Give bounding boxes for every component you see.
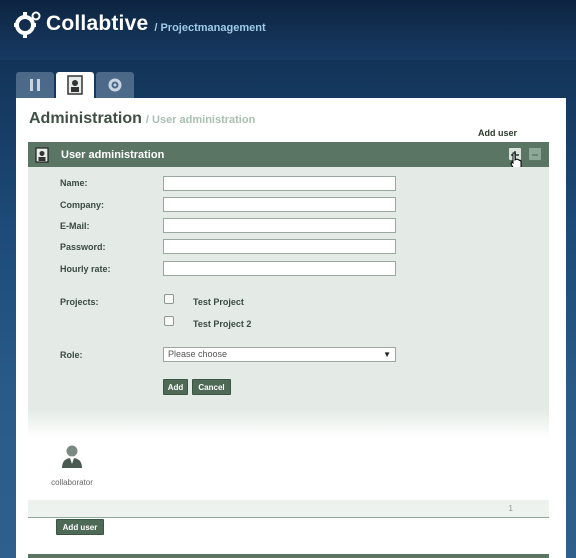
- email-label: E-Mail:: [60, 221, 90, 231]
- project-checkbox-1[interactable]: [164, 294, 174, 304]
- pagination-bar: 1: [28, 500, 549, 518]
- collapse-icon: [532, 154, 538, 156]
- app-title: Collabtive: [46, 12, 149, 35]
- project-label-2: Test Project 2: [193, 319, 252, 329]
- cancel-button[interactable]: Cancel: [192, 379, 231, 395]
- icon-tab-bar: [16, 72, 134, 98]
- add-user-button[interactable]: Add user: [56, 519, 104, 535]
- email-input[interactable]: [163, 218, 396, 233]
- toggle-icon-button[interactable]: [529, 148, 541, 160]
- page-title: Administration: [29, 110, 142, 127]
- password-input[interactable]: [163, 239, 396, 254]
- name-label: Name:: [60, 178, 88, 188]
- user-avatar-icon: [62, 445, 82, 468]
- company-input[interactable]: [163, 197, 396, 212]
- page-subtitle: / User administration: [145, 114, 256, 126]
- add-user-link[interactable]: Add user: [478, 128, 517, 138]
- user-name[interactable]: collaborator: [46, 478, 98, 487]
- user-badge-icon: [67, 75, 83, 95]
- user-badge-icon: [35, 146, 49, 163]
- form-fade: [28, 410, 549, 438]
- dropdown-arrow-icon: ▼: [383, 350, 391, 359]
- user-admin-header: User administration: [28, 142, 549, 170]
- project-label-1: Test Project: [193, 297, 244, 307]
- add-user-form: Name: Company: E-Mail: Password: Hourly …: [28, 167, 549, 410]
- projects-label: Projects:: [60, 297, 99, 307]
- role-label: Role:: [60, 350, 83, 360]
- tab-desktop[interactable]: [16, 72, 54, 98]
- block-title: User administration: [61, 148, 165, 161]
- hourly-rate-input[interactable]: [163, 261, 396, 276]
- page-number[interactable]: 1: [509, 504, 513, 513]
- app-logo[interactable]: Collabtive / Projectmanagement: [14, 10, 266, 38]
- company-label: Company:: [60, 200, 105, 210]
- project-checkbox-2[interactable]: [164, 316, 174, 326]
- tools-icon: [30, 79, 40, 91]
- role-select-value: Please choose: [168, 349, 228, 359]
- app-subtitle: / Projectmanagement: [154, 22, 266, 34]
- gear-icon: [108, 78, 122, 92]
- gear-logo-icon: [14, 11, 41, 38]
- bottom-divider: [28, 554, 549, 558]
- hourly-rate-label: Hourly rate:: [60, 264, 111, 274]
- password-label: Password:: [60, 242, 106, 252]
- role-select[interactable]: Please choose ▼: [163, 347, 396, 362]
- tab-user-admin[interactable]: [56, 72, 94, 98]
- main-panel: Administration / User administration Add…: [16, 98, 566, 558]
- top-bar: Collabtive / Projectmanagement: [0, 0, 576, 60]
- tab-settings[interactable]: [96, 72, 134, 98]
- page-heading: Administration / User administration: [29, 110, 255, 128]
- name-input[interactable]: [163, 176, 396, 191]
- add-button[interactable]: Add: [163, 379, 188, 395]
- user-card[interactable]: collaborator: [46, 443, 98, 487]
